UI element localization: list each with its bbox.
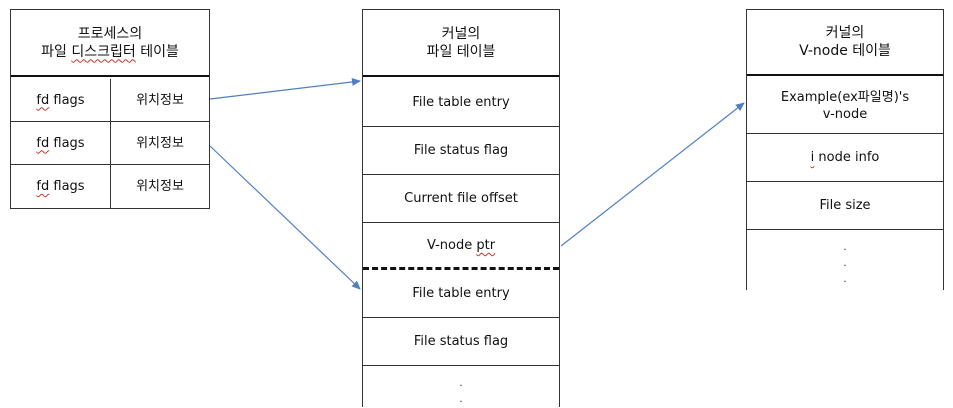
arrow-fd-to-file-entry1 bbox=[209, 77, 361, 100]
continuation-dots: . . . bbox=[843, 242, 847, 285]
current-file-offset: Current file offset bbox=[363, 175, 559, 223]
position-info-cell: 위치정보 bbox=[111, 79, 209, 122]
vnode-table: 커널의 V-node 테이블 Example(ex파일명)'s v-node i… bbox=[746, 9, 944, 290]
fd-flags-cell: fd flags bbox=[11, 79, 111, 122]
vnode-table-header: 커널의 V-node 테이블 bbox=[747, 10, 943, 76]
continuation-dots: . . bbox=[459, 378, 463, 405]
vnode-table-title-line1: 커널의 bbox=[825, 25, 865, 41]
file-status-flag: File status flag bbox=[363, 127, 559, 175]
position-info-cell: 위치정보 bbox=[136, 179, 184, 194]
arrow-fd-to-file-entry2 bbox=[209, 145, 361, 290]
fd-flags-cell: fd flags bbox=[11, 165, 111, 208]
kernel-file-table: 커널의 파일 테이블 File table entry File status … bbox=[362, 9, 560, 407]
fd-flags-cell: fd flags bbox=[11, 122, 111, 165]
position-info-cell: 위치정보 bbox=[111, 122, 209, 165]
inode-info-cell: i node info bbox=[747, 134, 943, 182]
vnode-table-title-line2: V-node 테이블 bbox=[799, 43, 891, 59]
process-fd-table: 프로세스의 파일 디스크립터 테이블 fd flags 위치정보 fd flag… bbox=[10, 9, 210, 209]
process-fd-table-title-line2: 파일 디스크립터 테이블 bbox=[41, 43, 179, 60]
example-vnode-cell: Example(ex파일명)'s v-node bbox=[747, 78, 943, 134]
file-table-entry: File table entry bbox=[363, 79, 559, 127]
file-size-cell: File size bbox=[747, 182, 943, 230]
file-status-flag: File status flag bbox=[363, 318, 559, 366]
kernel-file-table-title-line2: 파일 테이블 bbox=[426, 43, 496, 60]
vnode-ptr: V-node ptr bbox=[426, 238, 496, 253]
file-table-entry: File table entry bbox=[363, 270, 559, 318]
arrow-vnode-ptr-to-vnode bbox=[560, 102, 745, 247]
kernel-file-table-title-line1: 커널의 bbox=[441, 25, 481, 42]
process-fd-table-title-line1: 프로세스의 bbox=[77, 25, 143, 42]
process-fd-table-header: 프로세스의 파일 디스크립터 테이블 bbox=[11, 10, 209, 77]
kernel-file-table-header: 커널의 파일 테이블 bbox=[363, 10, 559, 77]
descriptor-word: 디스크립터 bbox=[71, 43, 136, 60]
